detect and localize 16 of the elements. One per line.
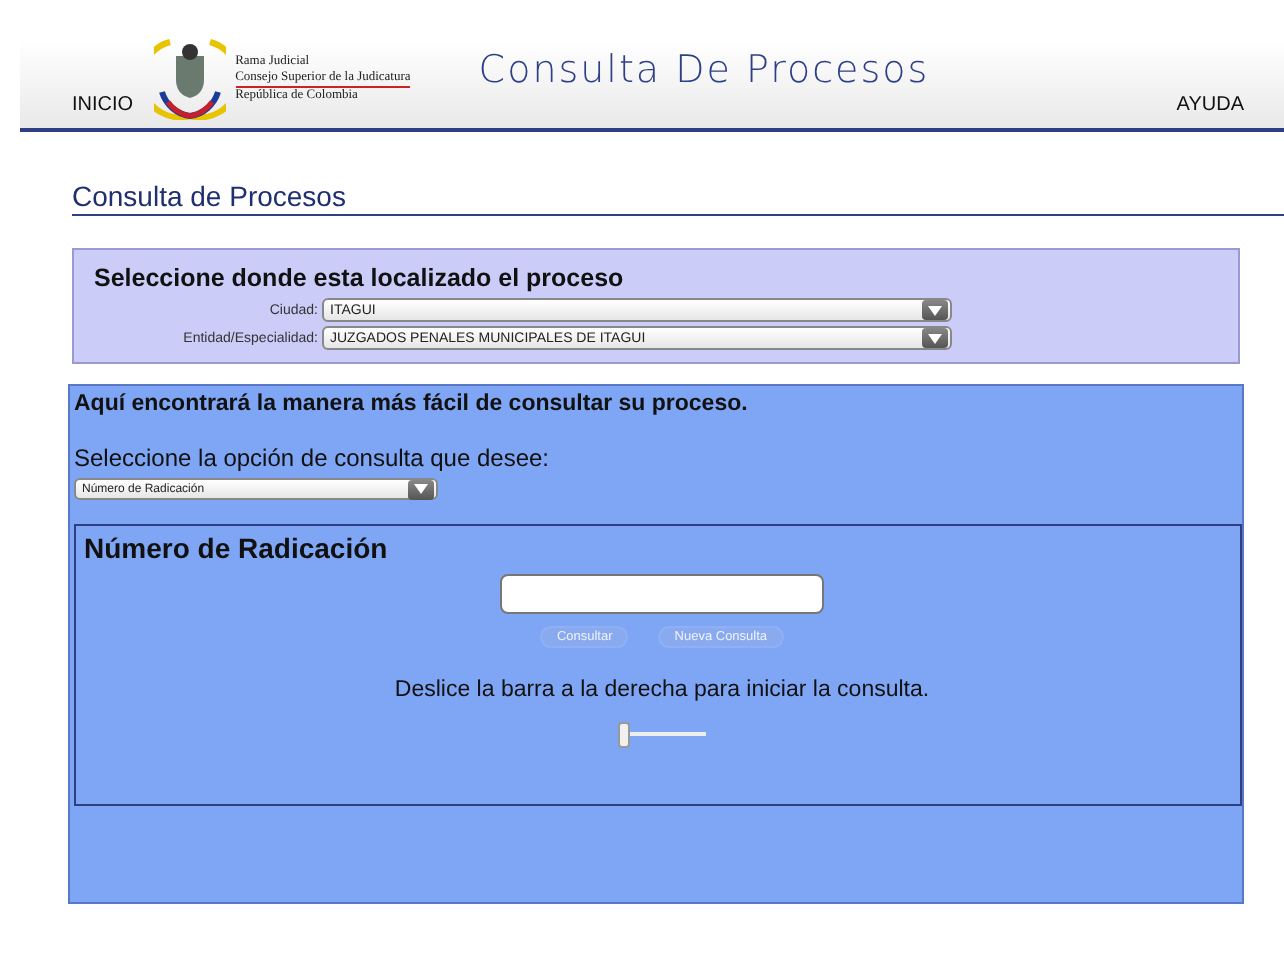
help-link[interactable]: AYUDA	[1176, 94, 1244, 128]
page-heading: Consulta de Procesos	[72, 180, 1284, 216]
caret-icon	[922, 328, 948, 348]
slider-thumb[interactable]	[618, 721, 630, 747]
slider[interactable]	[618, 720, 706, 748]
input-field[interactable]	[500, 574, 824, 614]
caret-icon	[408, 479, 434, 499]
slider-hint: Deslice la barra a la derecha para iniciar la consulta.	[392, 678, 932, 702]
option-label: Seleccione la opción de consulta que desee:	[74, 444, 552, 472]
intro-text: Aquí encontrará la manera más fácil de consultar su proceso.	[74, 392, 750, 416]
home-link[interactable]: INICIO	[72, 94, 134, 128]
emblem-icon	[153, 36, 226, 120]
app-title: Consulta De Procesos	[478, 48, 930, 92]
section-heading: Número de Radicación	[84, 532, 390, 564]
panel-heading: Seleccione donde esta localizado el proceso	[94, 264, 626, 292]
caret-icon	[922, 300, 948, 320]
